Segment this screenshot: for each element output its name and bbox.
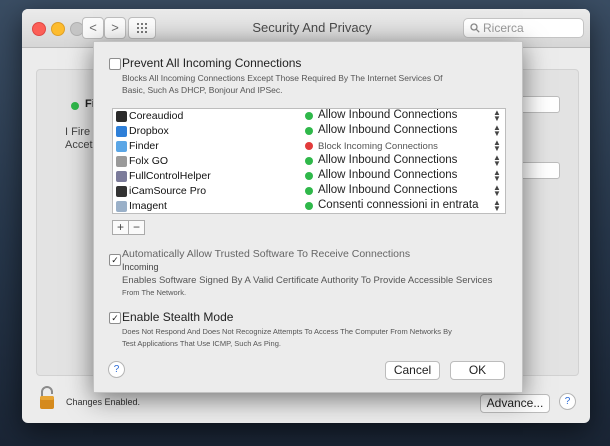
connection-status-select[interactable]: Allow Inbound Connections xyxy=(318,184,457,196)
connection-status-select[interactable]: Allow Inbound Connections xyxy=(318,154,457,166)
lock-status-text: Changes Enabled. xyxy=(66,397,141,407)
prevent-incoming-checkbox[interactable] xyxy=(109,58,121,70)
stealth-mode-desc-1: Does Not Respond And Does Not Recognize … xyxy=(122,327,452,336)
app-icon xyxy=(116,126,127,137)
firewall-desc-1: I Fire xyxy=(65,126,91,138)
prevent-incoming-desc-2: Basic, Such As DHCP, Bonjour And IPSec. xyxy=(122,85,283,95)
cancel-button-label: Cancel xyxy=(393,363,432,377)
auto-allow-desc-1: Enables Software Signed By A Valid Certi… xyxy=(122,275,493,286)
app-icon xyxy=(116,186,127,197)
grid-icon xyxy=(137,23,147,33)
add-app-button[interactable]: + xyxy=(112,220,129,235)
select-arrows-icon[interactable]: ▲ ▼ xyxy=(493,139,501,153)
prevent-incoming-desc-1: Blocks All Incoming Connections Except T… xyxy=(122,73,443,83)
dialog-help-button[interactable]: ? xyxy=(108,361,125,378)
forward-button[interactable]: > xyxy=(104,17,126,39)
app-icon xyxy=(116,201,127,212)
close-window-button[interactable] xyxy=(32,22,46,36)
status-dot xyxy=(305,157,313,165)
connection-status-select[interactable]: Consenti connessioni in entrata xyxy=(318,199,478,211)
minimize-window-button[interactable] xyxy=(51,22,65,36)
status-dot xyxy=(305,127,313,135)
select-arrows-icon[interactable]: ▲ ▼ xyxy=(493,184,501,198)
search-field[interactable]: Ricerca xyxy=(463,18,584,38)
lock-icon[interactable] xyxy=(38,385,56,411)
select-arrows-icon[interactable]: ▲ ▼ xyxy=(493,199,501,213)
plus-icon: + xyxy=(116,220,124,234)
minus-icon: − xyxy=(132,220,140,234)
auto-allow-label-2: Incoming xyxy=(122,262,159,272)
help-button[interactable]: ? xyxy=(559,393,576,410)
help-icon: ? xyxy=(564,396,571,407)
advanced-button[interactable]: Advance... xyxy=(480,394,550,413)
firewall-options-button[interactable] xyxy=(518,162,560,179)
select-arrows-icon[interactable]: ▲ ▼ xyxy=(493,109,501,123)
app-row[interactable]: FullControlHelper Allow Inbound Connectio… xyxy=(113,169,505,184)
remove-app-button[interactable]: − xyxy=(128,220,145,235)
app-name: Dropbox xyxy=(129,125,169,137)
app-row[interactable]: iCamSource Pro Allow Inbound Connections ▲… xyxy=(113,184,505,199)
search-placeholder: Ricerca xyxy=(483,21,524,35)
app-name: Folx GO xyxy=(129,155,169,167)
app-row[interactable]: Folx GO Allow Inbound Connections ▲ ▼ xyxy=(113,154,505,169)
app-name: Finder xyxy=(129,140,159,152)
app-name: Imagent xyxy=(129,200,167,212)
status-dot xyxy=(305,172,313,180)
app-icon xyxy=(116,171,127,182)
status-dot xyxy=(305,187,313,195)
show-all-button[interactable] xyxy=(128,17,156,39)
connection-status-select[interactable]: Block Incoming Connections xyxy=(318,141,438,152)
app-name: FullControlHelper xyxy=(129,170,211,182)
app-row[interactable]: Imagent Consenti connessioni in entrata ▲ ▼ xyxy=(113,199,505,213)
status-dot xyxy=(305,142,313,150)
auto-allow-desc-2: From The Network. xyxy=(122,288,187,297)
status-dot xyxy=(305,112,313,120)
stealth-mode-label: Enable Stealth Mode xyxy=(122,310,234,324)
app-icon xyxy=(116,111,127,122)
status-dot xyxy=(305,202,313,210)
help-icon: ? xyxy=(113,364,120,375)
auto-allow-checkbox[interactable]: ✓ xyxy=(109,254,121,266)
checkmark-icon: ✓ xyxy=(111,313,119,323)
chevron-right-icon: > xyxy=(111,20,119,35)
app-icon xyxy=(116,156,127,167)
prevent-incoming-label: Prevent All Incoming Connections xyxy=(122,56,302,70)
apps-list[interactable]: Coreaudiod Allow Inbound Connections ▲ ▼ Dro… xyxy=(112,108,506,214)
select-arrows-icon[interactable]: ▲ ▼ xyxy=(493,154,501,168)
ok-button-label: OK xyxy=(468,363,487,377)
stealth-mode-desc-2: Test Applications That Use ICMP, Such As… xyxy=(122,339,281,348)
select-arrows-icon[interactable]: ▲ ▼ xyxy=(493,169,501,183)
app-name: Coreaudiod xyxy=(129,110,184,122)
ok-button[interactable]: OK xyxy=(450,361,505,380)
cancel-button[interactable]: Cancel xyxy=(385,361,440,380)
app-row[interactable]: Finder Block Incoming Connections ▲ ▼ xyxy=(113,139,505,154)
select-arrows-icon[interactable]: ▲ ▼ xyxy=(493,124,501,138)
app-icon xyxy=(116,141,127,152)
stealth-mode-checkbox[interactable]: ✓ xyxy=(109,312,121,324)
firewall-status-dot xyxy=(71,102,79,110)
firewall-options-sheet: Prevent All Incoming Connections Blocks … xyxy=(93,41,523,393)
auto-allow-label-1: Automatically Allow Trusted Software To … xyxy=(122,248,411,260)
firewall-desc-2: Accet xyxy=(65,139,93,151)
advanced-button-label: Advance... xyxy=(486,396,544,410)
app-row[interactable]: Coreaudiod Allow Inbound Connections ▲ ▼ xyxy=(113,109,505,124)
turn-off-firewall-button[interactable] xyxy=(518,96,560,113)
connection-status-select[interactable]: Allow Inbound Connections xyxy=(318,124,457,136)
connection-status-select[interactable]: Allow Inbound Connections xyxy=(318,109,457,121)
chevron-left-icon: < xyxy=(89,20,97,35)
checkmark-icon: ✓ xyxy=(111,255,119,265)
connection-status-select[interactable]: Allow Inbound Connections xyxy=(318,169,457,181)
app-name: iCamSource Pro xyxy=(129,185,207,197)
back-button[interactable]: < xyxy=(82,17,104,39)
search-icon xyxy=(470,23,480,33)
app-row[interactable]: Dropbox Allow Inbound Connections ▲ ▼ xyxy=(113,124,505,139)
window-title: Security And Privacy xyxy=(252,20,372,35)
